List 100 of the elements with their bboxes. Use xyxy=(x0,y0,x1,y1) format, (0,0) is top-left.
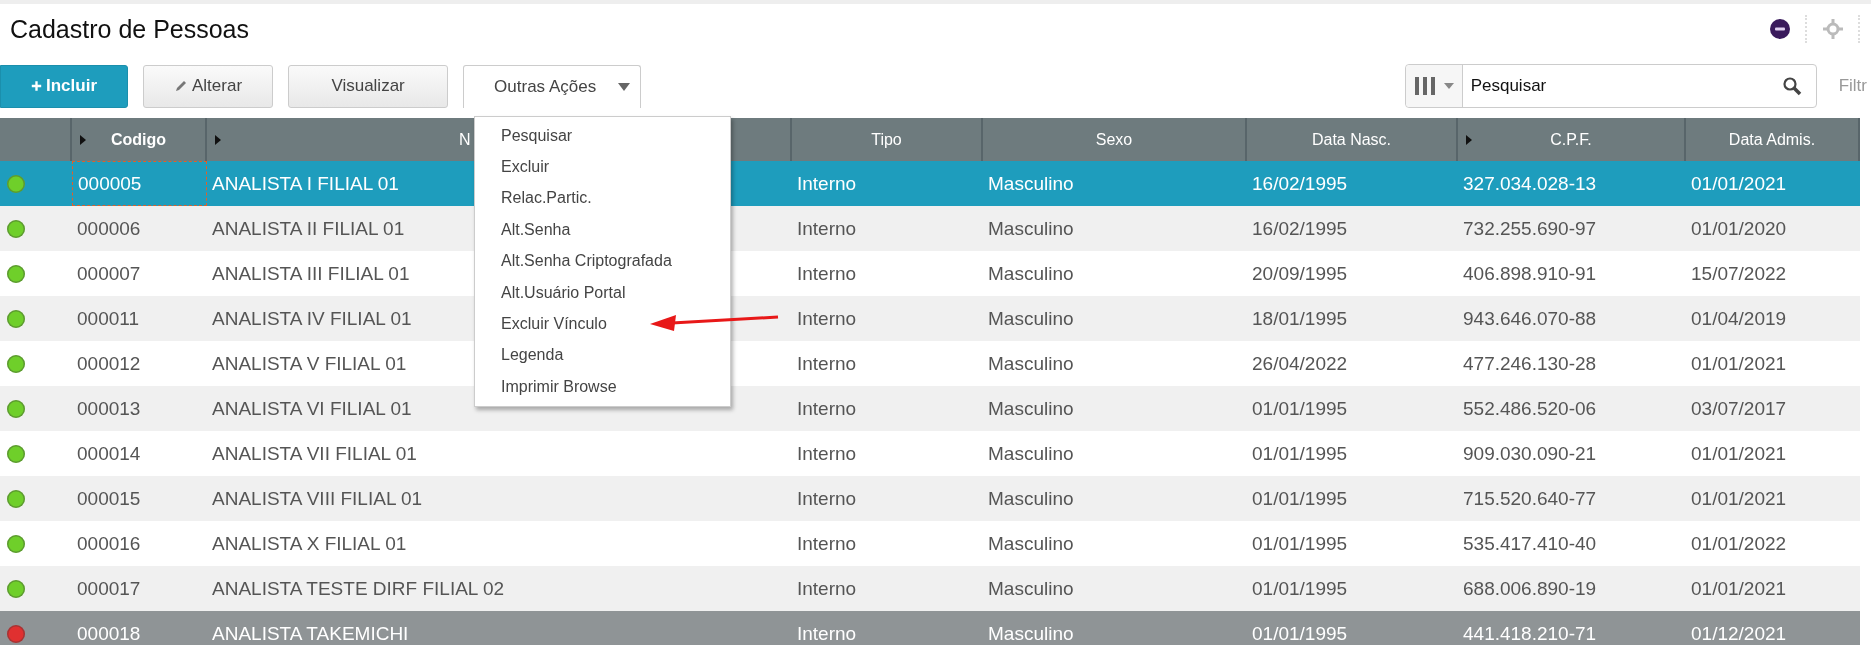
table-cell: Interno xyxy=(797,487,857,510)
table-cell: ANALISTA TAKEMICHI xyxy=(212,622,409,645)
menu-item[interactable]: Pesquisar xyxy=(501,126,573,145)
table-cell: 16/02/1995 xyxy=(1252,217,1348,240)
table-cell: ANALISTA V FILIAL 01 xyxy=(212,352,407,375)
table-cell: 26/04/2022 xyxy=(1252,352,1348,375)
table-cell: Masculino xyxy=(988,532,1074,555)
table-cell: 327.034.028-13 xyxy=(1463,172,1597,195)
table-cell: 18/01/1995 xyxy=(1252,307,1348,330)
table-cell: 01/01/1995 xyxy=(1252,397,1348,420)
triangle-icon xyxy=(215,135,221,145)
table-cell: Masculino xyxy=(988,262,1074,285)
search-icon[interactable] xyxy=(1781,76,1802,96)
table-cell: ANALISTA TESTE DIRF FILIAL 02 xyxy=(212,577,505,600)
table-cell: Interno xyxy=(797,532,857,555)
menu-item[interactable]: Legenda xyxy=(501,346,564,365)
table-cell: 909.030.090-21 xyxy=(1463,442,1597,465)
table-cell: 20/09/1995 xyxy=(1252,262,1348,285)
table-cell: ANALISTA VIII FILIAL 01 xyxy=(212,487,423,510)
table-cell: Masculino xyxy=(988,307,1074,330)
table-cell: ANALISTA III FILIAL 01 xyxy=(212,262,410,285)
table-cell: Interno xyxy=(797,307,857,330)
table-cell: 535.417.410-40 xyxy=(1463,532,1597,555)
table-cell: ANALISTA II FILIAL 01 xyxy=(212,217,405,240)
caret-icon[interactable] xyxy=(1443,83,1454,89)
table-cell: Masculino xyxy=(988,577,1074,600)
table-cell: 01/01/1995 xyxy=(1252,442,1348,465)
table-cell: Interno xyxy=(797,217,857,240)
table-cell: 000015 xyxy=(77,487,141,510)
table-cell: 01/01/2021 xyxy=(1691,352,1787,375)
table-cell: 000017 xyxy=(77,577,141,600)
table-cell: 000007 xyxy=(77,262,141,285)
table-cell: 03/07/2017 xyxy=(1691,397,1787,420)
table-cell: Masculino xyxy=(988,622,1074,645)
table-cell: Interno xyxy=(797,262,857,285)
table-cell: ANALISTA VI FILIAL 01 xyxy=(212,397,412,420)
table-cell: 000016 xyxy=(77,532,141,555)
table-cell: 715.520.640-77 xyxy=(1463,487,1597,510)
table-cell: 000005 xyxy=(78,172,142,195)
caret-icon xyxy=(618,82,631,91)
table-cell: ANALISTA VII FILIAL 01 xyxy=(212,442,417,465)
table-cell: Masculino xyxy=(988,397,1074,420)
table-cell: 15/07/2022 xyxy=(1691,262,1787,285)
table-cell: 01/01/2022 xyxy=(1691,532,1787,555)
triangle-icon xyxy=(1466,135,1472,145)
table-cell: Masculino xyxy=(988,442,1074,465)
table-cell: Interno xyxy=(797,577,857,600)
table-cell: 552.486.520-06 xyxy=(1463,397,1597,420)
table-cell: 01/01/2021 xyxy=(1691,172,1787,195)
table-cell: Masculino xyxy=(988,487,1074,510)
menu-item[interactable]: Excluir xyxy=(501,158,549,177)
table-cell: Interno xyxy=(797,352,857,375)
table-cell: Masculino xyxy=(988,172,1074,195)
page-title: Cadastro de Pessoas xyxy=(10,14,250,44)
table-cell: 01/01/1995 xyxy=(1252,487,1348,510)
table-cell: ANALISTA X FILIAL 01 xyxy=(212,532,407,555)
table-cell: 000006 xyxy=(77,217,141,240)
table-cell: Interno xyxy=(797,172,857,195)
table-cell: 000018 xyxy=(77,622,141,645)
other-actions-dropdown[interactable]: Outras Ações xyxy=(463,64,642,108)
table-cell: Interno xyxy=(797,442,857,465)
table-cell: 01/01/2021 xyxy=(1691,577,1787,600)
menu-item[interactable]: Alt.Senha xyxy=(501,220,571,239)
table-row[interactable]: 000015 ANALISTA VIII FILIAL 01 Interno Masculino 01/01/1995 715.520.640-77 01/01/2021 xyxy=(0,476,1860,521)
table-cell: Masculino xyxy=(988,217,1074,240)
triangle-icon xyxy=(80,135,86,145)
edit-button[interactable]: Alterar xyxy=(143,64,274,108)
table-cell: ANALISTA I FILIAL 01 xyxy=(212,172,399,195)
table-cell: 000012 xyxy=(77,352,141,375)
table-cell: 477.246.130-28 xyxy=(1463,352,1597,375)
table-cell: 01/04/2019 xyxy=(1691,307,1787,330)
table-cell: 01/01/2020 xyxy=(1691,217,1787,240)
table-cell: Interno xyxy=(797,397,857,420)
table-cell: ANALISTA IV FILIAL 01 xyxy=(212,307,412,330)
table-cell: Interno xyxy=(797,622,857,645)
table-cell: 01/01/2021 xyxy=(1691,442,1787,465)
plus-icon xyxy=(31,79,42,93)
table-cell: 000014 xyxy=(77,442,141,465)
circle-logo-icon[interactable] xyxy=(1769,18,1791,40)
table-cell: 01/01/2021 xyxy=(1691,487,1787,510)
table-cell: 16/02/1995 xyxy=(1252,172,1348,195)
table-cell: 01/01/1995 xyxy=(1252,622,1348,645)
table-cell: 000011 xyxy=(77,307,139,330)
search-box[interactable]: Pesquisar xyxy=(1404,64,1817,108)
menu-item[interactable]: Excluir Vínculo xyxy=(501,315,607,334)
table-cell: 01/01/1995 xyxy=(1252,532,1348,555)
menu-item[interactable]: Alt.Senha Criptografada xyxy=(501,252,672,271)
table-cell: Masculino xyxy=(988,352,1074,375)
pencil-icon xyxy=(174,79,188,93)
table-cell: 406.898.910-91 xyxy=(1463,262,1597,285)
table-cell: 01/12/2021 xyxy=(1691,622,1787,645)
table-cell: 732.255.690-97 xyxy=(1463,217,1597,240)
table-cell: 688.006.890-19 xyxy=(1463,577,1597,600)
table-cell: 441.418.210-71 xyxy=(1463,622,1597,645)
menu-item[interactable]: Relac.Partic. xyxy=(501,189,592,208)
view-button[interactable]: Visualizar xyxy=(288,64,449,108)
table-cell: 01/01/1995 xyxy=(1252,577,1348,600)
table-cell: 943.646.070-88 xyxy=(1463,307,1597,330)
table-cell: 000013 xyxy=(77,397,141,420)
table-row[interactable]: 000017 ANALISTA TESTE DIRF FILIAL 02 Interno Masculino 01/01/1995 688.006.890-19 01/01/2021 xyxy=(0,566,1860,611)
